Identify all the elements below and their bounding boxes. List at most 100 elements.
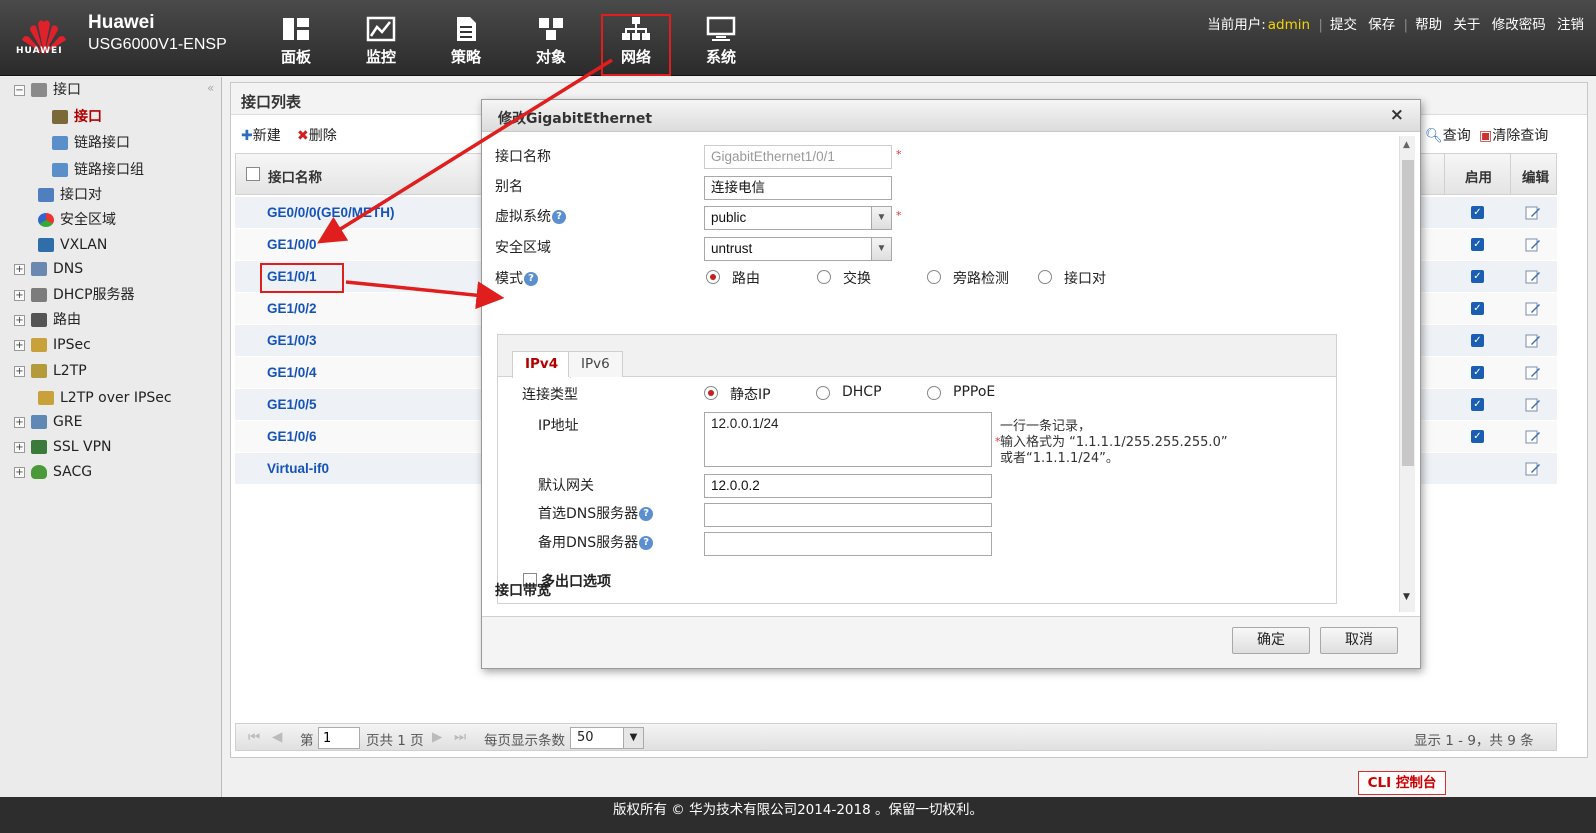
interface-name-link[interactable]: GE1/0/2	[267, 301, 317, 316]
dialog-scrollbar[interactable]: ▲ ▼	[1399, 136, 1415, 612]
edit-icon[interactable]	[1525, 205, 1541, 221]
clear-query-button[interactable]: ▣清除查询	[1479, 125, 1548, 145]
edit-icon[interactable]	[1525, 365, 1541, 381]
primary-dns-input[interactable]	[704, 503, 992, 527]
expand-icon[interactable]: +	[14, 441, 25, 453]
select-all-checkbox[interactable]	[246, 167, 260, 181]
mode-switch-radio[interactable]	[817, 270, 831, 284]
nav-network[interactable]: 网络	[601, 14, 671, 76]
alias-input[interactable]: 连接电信	[704, 176, 892, 200]
interface-name-link[interactable]: GE1/0/6	[267, 429, 317, 444]
security-zone-select[interactable]: untrust ▼	[704, 237, 892, 261]
scroll-thumb[interactable]	[1402, 160, 1414, 466]
nav-system[interactable]: 系统	[686, 16, 756, 76]
secondary-dns-input[interactable]	[704, 532, 992, 556]
tree-item-dns[interactable]: + DNS	[14, 258, 83, 280]
nav-monitor[interactable]: 监控	[346, 16, 416, 76]
mode-route-radio[interactable]	[706, 270, 720, 284]
tree-item-route[interactable]: + 路由	[14, 309, 81, 331]
collapse-icon[interactable]: −	[14, 84, 25, 96]
first-page-icon[interactable]: ⏮	[248, 729, 260, 745]
collapse-sidebar-icon[interactable]: «	[207, 81, 214, 95]
mode-pair-radio[interactable]	[1038, 270, 1052, 284]
expand-icon[interactable]: +	[14, 339, 25, 351]
edit-icon[interactable]	[1525, 429, 1541, 445]
tree-item-dhcp[interactable]: + DHCP服务器	[14, 284, 135, 306]
tree-item-vxlan[interactable]: VXLAN	[38, 234, 107, 256]
interface-name-link[interactable]: GE1/0/0	[267, 237, 317, 252]
scroll-up-icon[interactable]: ▲	[1403, 140, 1410, 150]
tab-ipv6[interactable]: IPv6	[568, 351, 623, 377]
change-password-link[interactable]: 修改密码	[1492, 17, 1546, 33]
help-icon[interactable]: ?	[524, 272, 538, 286]
static-ip-radio[interactable]	[704, 386, 718, 400]
cli-console-button[interactable]: CLI 控制台	[1358, 771, 1446, 795]
about-link[interactable]: 关于	[1453, 17, 1480, 33]
save-link[interactable]: 保存	[1368, 17, 1395, 33]
tree-item-l2tp-over-ipsec[interactable]: L2TP over IPSec	[38, 387, 172, 409]
expand-icon[interactable]: +	[14, 289, 25, 301]
scroll-down-icon[interactable]: ▼	[1403, 592, 1410, 602]
logout-link[interactable]: 注销	[1557, 17, 1584, 33]
interface-name-link[interactable]: GE0/0/0(GE0/METH)	[267, 205, 395, 220]
edit-icon[interactable]	[1525, 237, 1541, 253]
enabled-checkbox[interactable]: ✓	[1471, 270, 1484, 283]
cancel-button[interactable]: 取消	[1320, 627, 1398, 654]
dhcp-radio[interactable]	[816, 386, 830, 400]
interface-name-link[interactable]: GE1/0/3	[267, 333, 317, 348]
tree-item-sacg[interactable]: + SACG	[14, 461, 92, 483]
mode-bypass-radio[interactable]	[927, 270, 941, 284]
tree-item-link-interface[interactable]: 链路接口	[52, 132, 130, 154]
tree-item-security-zone[interactable]: 安全区域	[38, 209, 116, 231]
enabled-checkbox[interactable]: ✓	[1471, 206, 1484, 219]
close-icon[interactable]: ×	[1390, 105, 1404, 125]
interface-name-link[interactable]: GE1/0/4	[267, 365, 317, 380]
edit-icon[interactable]	[1525, 333, 1541, 349]
enabled-checkbox[interactable]: ✓	[1471, 334, 1484, 347]
expand-icon[interactable]: +	[14, 466, 25, 478]
next-page-icon[interactable]: ▶	[432, 729, 442, 745]
help-icon[interactable]: ?	[639, 536, 654, 550]
ip-address-textarea[interactable]: 12.0.0.1/24	[704, 412, 992, 467]
expand-icon[interactable]: +	[14, 314, 25, 326]
prev-page-icon[interactable]: ◀	[272, 729, 282, 745]
help-icon[interactable]: ?	[639, 507, 654, 521]
gateway-input[interactable]: 12.0.0.2	[704, 474, 992, 498]
tree-item-interface-pair[interactable]: 接口对	[38, 184, 102, 206]
nav-object[interactable]: 对象	[516, 16, 586, 76]
expand-icon[interactable]: +	[14, 263, 25, 275]
tree-item-ipsec[interactable]: + IPSec	[14, 334, 91, 356]
nav-policy[interactable]: 策略	[431, 16, 501, 76]
tree-item-interface-group[interactable]: − 接口	[14, 79, 81, 101]
expand-icon[interactable]: +	[14, 365, 25, 377]
expand-icon[interactable]: +	[14, 416, 25, 428]
submit-link[interactable]: 提交	[1330, 17, 1357, 33]
last-page-icon[interactable]: ⏭	[454, 729, 466, 745]
new-button[interactable]: ✚新建	[241, 125, 281, 145]
ok-button[interactable]: 确定	[1232, 627, 1310, 654]
enabled-checkbox[interactable]: ✓	[1471, 302, 1484, 315]
edit-icon[interactable]	[1525, 301, 1541, 317]
help-link[interactable]: 帮助	[1415, 17, 1442, 33]
tree-item-l2tp[interactable]: + L2TP	[14, 360, 87, 382]
nav-dashboard[interactable]: 面板	[261, 16, 331, 76]
edit-icon[interactable]	[1525, 461, 1541, 477]
tree-item-gre[interactable]: + GRE	[14, 411, 82, 433]
enabled-checkbox[interactable]: ✓	[1471, 430, 1484, 443]
pppoe-radio[interactable]	[927, 386, 941, 400]
delete-button[interactable]: ✖删除	[297, 125, 337, 145]
interface-name-link[interactable]: GE1/0/5	[267, 397, 317, 412]
enabled-checkbox[interactable]: ✓	[1471, 366, 1484, 379]
query-button[interactable]: 🔍︎查询	[1425, 125, 1471, 145]
per-page-select[interactable]: 50 ▼	[570, 727, 644, 749]
help-icon[interactable]: ?	[552, 210, 566, 224]
tree-item-interface[interactable]: 接口	[52, 106, 102, 128]
page-number-input[interactable]	[318, 727, 360, 749]
edit-icon[interactable]	[1525, 269, 1541, 285]
tree-item-link-group[interactable]: 链路接口组	[52, 159, 144, 181]
enabled-checkbox[interactable]: ✓	[1471, 238, 1484, 251]
tab-ipv4[interactable]: IPv4	[512, 351, 572, 378]
interface-name-link[interactable]: Virtual-if0	[267, 461, 329, 476]
vsys-select[interactable]: public ▼	[704, 206, 892, 230]
edit-icon[interactable]	[1525, 397, 1541, 413]
